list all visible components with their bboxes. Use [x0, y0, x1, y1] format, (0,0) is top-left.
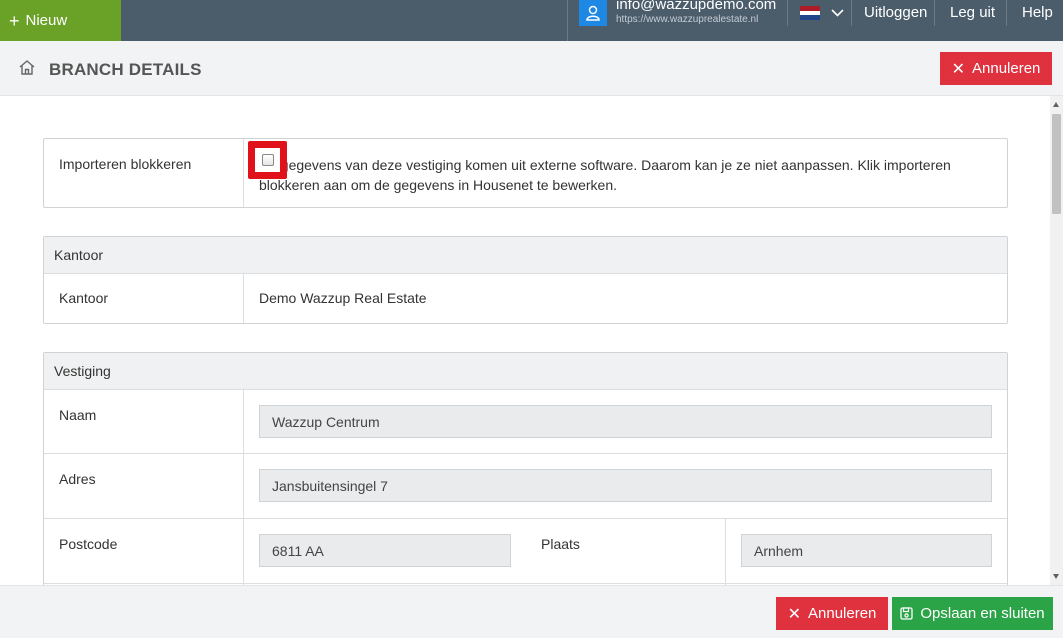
name-label: Naam	[59, 407, 97, 423]
address-row: Adres Jansbuitensingel 7	[44, 454, 1007, 519]
cancel-label: Annuleren	[808, 605, 877, 622]
close-icon: ✕	[787, 605, 801, 623]
cancel-button-top[interactable]: ✕ Annuleren	[940, 52, 1052, 85]
office-label: Kantoor	[59, 290, 109, 306]
language-selector[interactable]	[800, 5, 850, 21]
nl-flag-icon	[800, 6, 820, 21]
city-label: Plaats	[541, 536, 580, 552]
user-website: https://www.wazzuprealestate.nl	[616, 14, 759, 25]
form-content[interactable]: Importeren blokkeren De gegevens van dez…	[0, 96, 1050, 585]
scroll-up-icon[interactable]	[1053, 102, 1059, 107]
scroll-down-icon[interactable]	[1053, 574, 1059, 579]
divider	[243, 274, 244, 323]
office-row: Kantoor Demo Wazzup Real Estate	[44, 274, 1007, 323]
import-block-checkbox[interactable]	[261, 154, 274, 166]
cancel-button-bottom[interactable]: ✕ Annuleren	[776, 597, 888, 630]
office-panel: Kantoor Kantoor Demo Wazzup Real Estate	[43, 236, 1008, 324]
user-icon	[579, 0, 607, 26]
page-title: BRANCH DETAILS	[49, 60, 202, 79]
office-value: Demo Wazzup Real Estate	[259, 290, 427, 306]
divider	[243, 139, 244, 207]
save-and-close-button[interactable]: Opslaan en sluiten	[892, 597, 1053, 630]
new-button[interactable]: + Nieuw	[0, 0, 121, 41]
explain-link[interactable]: Leg uit	[950, 4, 995, 21]
divider	[243, 390, 244, 453]
postcode-label: Postcode	[59, 536, 118, 552]
divider	[934, 0, 935, 26]
chevron-down-icon	[831, 9, 844, 17]
plus-icon: +	[9, 10, 20, 31]
address-input[interactable]: Jansbuitensingel 7	[259, 469, 992, 502]
divider	[1006, 0, 1007, 26]
scrollbar-thumb[interactable]	[1052, 114, 1061, 214]
name-input[interactable]: Wazzup Centrum	[259, 405, 992, 438]
postcode-input[interactable]: 6811 AA	[259, 534, 511, 567]
cancel-label: Annuleren	[972, 60, 1041, 77]
top-navigation-bar: + Nieuw info@wazzupdemo.com https://www.…	[0, 0, 1063, 41]
user-account-menu[interactable]: info@wazzupdemo.com https://www.wazzupre…	[567, 0, 776, 41]
save-label: Opslaan en sluiten	[920, 605, 1045, 622]
logout-link[interactable]: Uitloggen	[864, 4, 927, 21]
branch-panel-heading: Vestiging	[44, 353, 1007, 390]
home-icon[interactable]	[18, 59, 36, 76]
close-icon: ✕	[951, 60, 965, 78]
address-label: Adres	[59, 471, 96, 487]
user-email: info@wazzupdemo.com	[616, 0, 777, 13]
import-block-description: De gegevens van deze vestiging komen uit…	[259, 157, 951, 193]
divider	[44, 583, 1007, 584]
divider	[725, 519, 726, 585]
new-button-label: Nieuw	[25, 12, 68, 29]
city-input[interactable]: Arnhem	[741, 534, 992, 567]
import-block-checkbox-highlight	[248, 141, 287, 179]
postcode-city-row: Postcode 6811 AA Plaats Arnhem	[44, 519, 1007, 585]
divider	[243, 454, 244, 518]
divider	[243, 519, 244, 585]
divider	[787, 0, 788, 26]
save-icon	[900, 607, 914, 620]
import-block-label: Importeren blokkeren	[59, 156, 192, 172]
branch-panel: Vestiging Naam Wazzup Centrum Adres Jans…	[43, 352, 1008, 585]
page-footer: ✕ Annuleren Opslaan en sluiten	[0, 585, 1063, 638]
name-row: Naam Wazzup Centrum	[44, 390, 1007, 454]
vertical-scrollbar[interactable]	[1050, 96, 1063, 585]
page-header: BRANCH DETAILS ✕ Annuleren	[0, 41, 1063, 96]
help-link[interactable]: Help	[1022, 4, 1053, 21]
divider	[851, 0, 852, 26]
import-block-panel: Importeren blokkeren De gegevens van dez…	[43, 138, 1008, 208]
office-panel-heading: Kantoor	[44, 237, 1007, 274]
